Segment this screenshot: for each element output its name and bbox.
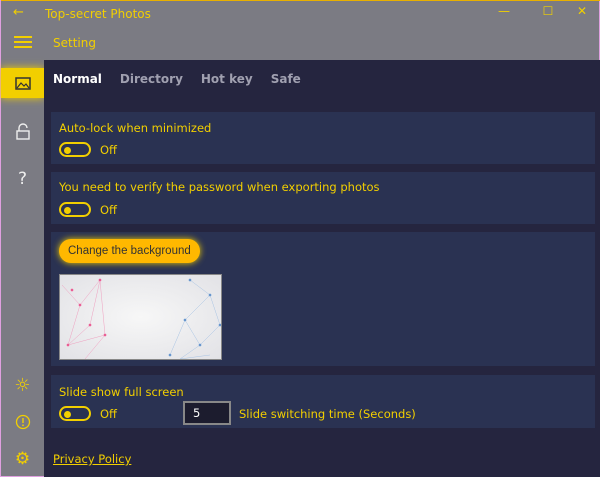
autolock-toggle[interactable] xyxy=(59,142,91,157)
verify-toggle[interactable] xyxy=(59,202,91,217)
tab-normal[interactable]: Normal xyxy=(53,72,102,86)
hamburger-menu-icon[interactable] xyxy=(14,36,32,48)
verify-label: You need to verify the password when exp… xyxy=(59,180,380,194)
settings-icon: ⚙ xyxy=(14,449,31,469)
image-icon xyxy=(14,76,31,90)
sidebar-item-lock[interactable] xyxy=(1,116,44,146)
info-icon xyxy=(15,414,30,430)
brightness-icon: ☼ xyxy=(14,374,31,396)
title-bar: ← Top-secret Photos — ☐ ✕ xyxy=(1,1,600,28)
autolock-card: Auto-lock when minimized Off xyxy=(51,112,595,164)
slide-time-input[interactable]: 5 xyxy=(183,401,231,425)
slide-time-label: Slide switching time (Seconds) xyxy=(239,407,416,421)
background-card: Change the background xyxy=(51,232,595,366)
help-icon: ? xyxy=(17,169,28,189)
slideshow-toggle[interactable] xyxy=(59,406,91,421)
tab-hot-key[interactable]: Hot key xyxy=(201,72,253,86)
change-background-button[interactable]: Change the background xyxy=(59,239,200,263)
back-button[interactable]: ← xyxy=(13,5,24,20)
sidebar-item-photos[interactable] xyxy=(1,68,44,98)
slideshow-label: Slide show full screen xyxy=(59,385,184,399)
tab-bar: Normal Directory Hot key Safe xyxy=(53,72,301,86)
sidebar-item-settings[interactable]: ⚙ xyxy=(1,444,44,474)
minimize-button[interactable]: — xyxy=(489,4,519,18)
settings-panel: Normal Directory Hot key Safe Auto-lock … xyxy=(44,60,600,477)
page-title: Setting xyxy=(53,36,96,50)
sidebar: ? ☼ ⚙ xyxy=(1,60,44,477)
tab-directory[interactable]: Directory xyxy=(120,72,183,86)
privacy-policy-link[interactable]: Privacy Policy xyxy=(53,452,131,466)
background-preview xyxy=(59,274,222,360)
verify-card: You need to verify the password when exp… xyxy=(51,172,595,224)
maximize-button[interactable]: ☐ xyxy=(533,4,563,18)
tab-safe[interactable]: Safe xyxy=(271,72,301,86)
verify-state: Off xyxy=(100,203,117,217)
network-pattern-image xyxy=(61,278,221,359)
slideshow-state: Off xyxy=(100,407,117,421)
autolock-state: Off xyxy=(100,143,117,157)
autolock-label: Auto-lock when minimized xyxy=(59,121,212,135)
sidebar-item-about[interactable] xyxy=(1,407,44,437)
sidebar-item-theme[interactable]: ☼ xyxy=(1,370,44,400)
slideshow-card: Slide show full screen Off 5 Slide switc… xyxy=(51,375,595,428)
sidebar-item-help[interactable]: ? xyxy=(1,164,44,194)
lock-icon xyxy=(15,122,30,140)
app-title: Top-secret Photos xyxy=(45,7,151,21)
close-button[interactable]: ✕ xyxy=(567,4,597,18)
